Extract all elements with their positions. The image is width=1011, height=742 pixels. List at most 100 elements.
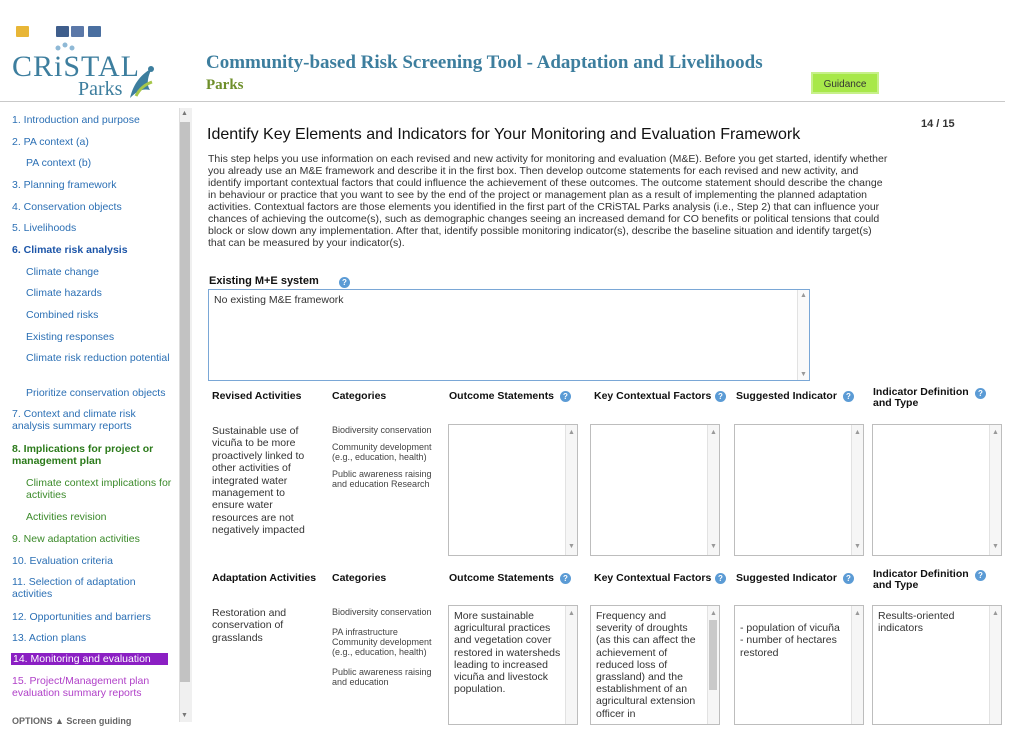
col-outcome-statements: Outcome Statements <box>449 572 555 584</box>
sidebar-item-livelihoods[interactable]: 5. Livelihoods <box>12 222 176 234</box>
adaptation-contextual-value: Frequency and severity of droughts (as t… <box>596 610 696 720</box>
help-icon[interactable]: ? <box>715 573 726 584</box>
sidebar-item-climate-change[interactable]: Climate change <box>26 266 176 278</box>
help-icon[interactable]: ? <box>975 570 986 581</box>
adaptation-categories: Biodiversity conservation PA infrastruct… <box>332 607 437 687</box>
sidebar-item-conservation-objects[interactable]: 4. Conservation objects <box>12 201 176 213</box>
help-icon[interactable]: ? <box>975 388 986 399</box>
adaptation-outcome-value: More sustainable agricultural practices … <box>454 610 561 696</box>
sidebar-item-opportunities-barriers[interactable]: 12. Opportunities and barriers <box>12 611 176 623</box>
textarea-scrollbar[interactable]: ▲ ▼ <box>989 425 1001 555</box>
sidebar-item-new-adaptation-activities[interactable]: 9. New adaptation activities <box>12 533 176 545</box>
col-key-contextual-factors: Key Contextual Factors <box>594 390 712 402</box>
adaptation-contextual-textarea[interactable]: Frequency and severity of droughts (as t… <box>590 605 720 725</box>
print-icon[interactable] <box>88 26 101 37</box>
sidebar-item-climate-hazards[interactable]: Climate hazards <box>26 287 176 299</box>
adaptation-definition-textarea[interactable]: Results-oriented indicators ▲ <box>872 605 1002 725</box>
category-item: PA infrastructure Community development … <box>332 627 432 657</box>
category-item: Community development (e.g., education, … <box>332 442 432 462</box>
col-adaptation-activities: Adaptation Activities <box>212 572 317 584</box>
col-revised-activities: Revised Activities <box>212 390 302 402</box>
edit-icon[interactable] <box>71 26 84 37</box>
adaptation-outcome-textarea[interactable]: More sustainable agricultural practices … <box>448 605 578 725</box>
sidebar-item-context-reports[interactable]: 7. Context and climate risk analysis sum… <box>12 408 176 432</box>
page-counter: 14 / 15 <box>921 118 955 130</box>
bird-logo-icon <box>130 66 154 98</box>
textarea-scrollbar[interactable]: ▲ ▼ <box>565 425 577 555</box>
help-icon[interactable]: ? <box>843 391 854 402</box>
col-suggested-indicator: Suggested Indicator <box>736 572 837 584</box>
col-categories: Categories <box>332 390 387 402</box>
logo-dots-icon <box>55 42 75 51</box>
col-indicator-definition: Indicator Definition and Type <box>873 568 969 591</box>
guidance-button[interactable]: Guidance <box>811 72 879 94</box>
textarea-scrollbar[interactable]: ▲ ▼ <box>851 425 863 555</box>
help-icon[interactable]: ? <box>339 277 350 288</box>
textarea-scrollbar[interactable]: ▲ <box>851 606 863 724</box>
help-icon[interactable]: ? <box>560 573 571 584</box>
help-icon[interactable]: ? <box>560 391 571 402</box>
category-item: Public awareness raising and education R… <box>332 469 432 489</box>
revised-indicator-textarea[interactable]: ▲ ▼ <box>734 424 864 556</box>
sidebar-item-existing-responses[interactable]: Existing responses <box>26 331 176 343</box>
sidebar-item-climate-context-implications[interactable]: Climate context implications for activit… <box>26 477 176 501</box>
sidebar-item-pa-context-a[interactable]: 2. PA context (a) <box>12 136 176 148</box>
sidebar-options[interactable]: OPTIONS ▲ Screen guiding <box>12 716 131 726</box>
textarea-scrollbar[interactable]: ▲ ▼ <box>707 425 719 555</box>
header-divider <box>0 101 1005 102</box>
textarea-scrollbar[interactable]: ▲ <box>707 606 719 724</box>
existing-mne-value: No existing M&E framework <box>214 294 344 306</box>
sidebar-item-climate-risk-analysis[interactable]: 6. Climate risk analysis <box>12 244 176 256</box>
scroll-up-icon[interactable]: ▲ <box>181 110 188 117</box>
col-categories: Categories <box>332 572 387 584</box>
sidebar-nav: 1. Introduction and purpose 2. PA contex… <box>0 106 178 742</box>
save-icon[interactable] <box>56 26 69 37</box>
existing-mne-label: Existing M+E system <box>209 275 319 287</box>
sidebar-item-monitoring-evaluation[interactable]: 14. Monitoring and evaluation <box>11 653 168 665</box>
sidebar-item-introduction[interactable]: 1. Introduction and purpose <box>12 114 176 126</box>
sidebar-item-action-plans[interactable]: 13. Action plans <box>12 632 176 644</box>
sidebar-scroll-thumb[interactable] <box>180 122 190 682</box>
app-subtitle: Parks <box>206 77 244 93</box>
sidebar-item-prioritize-objects[interactable]: Prioritize conservation objects <box>26 387 176 399</box>
sidebar-item-evaluation-criteria[interactable]: 10. Evaluation criteria <box>12 555 176 567</box>
textarea-scrollbar[interactable]: ▲ <box>565 606 577 724</box>
app-title: Community-based Risk Screening Tool - Ad… <box>206 52 763 73</box>
category-item: Biodiversity conservation <box>332 607 432 617</box>
help-icon[interactable]: ? <box>715 391 726 402</box>
revised-contextual-textarea[interactable]: ▲ ▼ <box>590 424 720 556</box>
sidebar-item-implications[interactable]: 8. Implications for project or managemen… <box>12 443 176 467</box>
textarea-scrollbar[interactable]: ▲ ▼ <box>797 290 809 380</box>
folder-open-icon[interactable] <box>16 26 29 37</box>
textarea-scrollbar[interactable]: ▲ <box>989 606 1001 724</box>
col-suggested-indicator: Suggested Indicator <box>736 390 837 402</box>
textarea-scroll-thumb[interactable] <box>709 620 717 690</box>
revised-categories: Biodiversity conservation Community deve… <box>332 425 437 489</box>
revised-outcome-textarea[interactable]: ▲ ▼ <box>448 424 578 556</box>
col-outcome-statements: Outcome Statements <box>449 390 555 402</box>
sidebar-item-pa-context-b[interactable]: PA context (b) <box>26 157 176 169</box>
adaptation-indicator-value: - population of vicuña - number of hecta… <box>740 622 840 659</box>
scroll-down-icon[interactable]: ▼ <box>181 712 188 719</box>
category-item: Public awareness raising and education <box>332 667 432 687</box>
logo-subtitle: Parks <box>78 78 123 100</box>
help-icon[interactable]: ? <box>843 573 854 584</box>
existing-mne-textarea[interactable]: No existing M&E framework ▲ ▼ <box>208 289 810 381</box>
col-indicator-definition: Indicator Definition and Type <box>873 386 969 409</box>
adaptation-indicator-textarea[interactable]: - population of vicuña - number of hecta… <box>734 605 864 725</box>
page-title: Identify Key Elements and Indicators for… <box>207 126 801 143</box>
sidebar-item-combined-risks[interactable]: Combined risks <box>26 309 176 321</box>
top-toolbar <box>8 24 1008 42</box>
category-item: Biodiversity conservation <box>332 425 432 435</box>
sidebar-item-planning-framework[interactable]: 3. Planning framework <box>12 179 176 191</box>
revised-definition-textarea[interactable]: ▲ ▼ <box>872 424 1002 556</box>
revised-activity-text: Sustainable use of vicuña to be more pro… <box>212 425 305 537</box>
adaptation-activity-text: Restoration and conservation of grasslan… <box>212 607 287 644</box>
col-key-contextual-factors: Key Contextual Factors <box>594 572 712 584</box>
sidebar-item-activities-revision[interactable]: Activities revision <box>26 511 176 523</box>
adaptation-definition-value: Results-oriented indicators <box>878 610 955 635</box>
sidebar-item-plan-summary-reports[interactable]: 15. Project/Management plan evaluation s… <box>12 675 176 699</box>
sidebar-item-risk-reduction-potential[interactable]: Climate risk reduction potential <box>26 352 176 364</box>
sidebar-item-selection-activities[interactable]: 11. Selection of adaptation activities <box>12 576 176 600</box>
intro-paragraph: This step helps you use information on e… <box>208 153 888 249</box>
